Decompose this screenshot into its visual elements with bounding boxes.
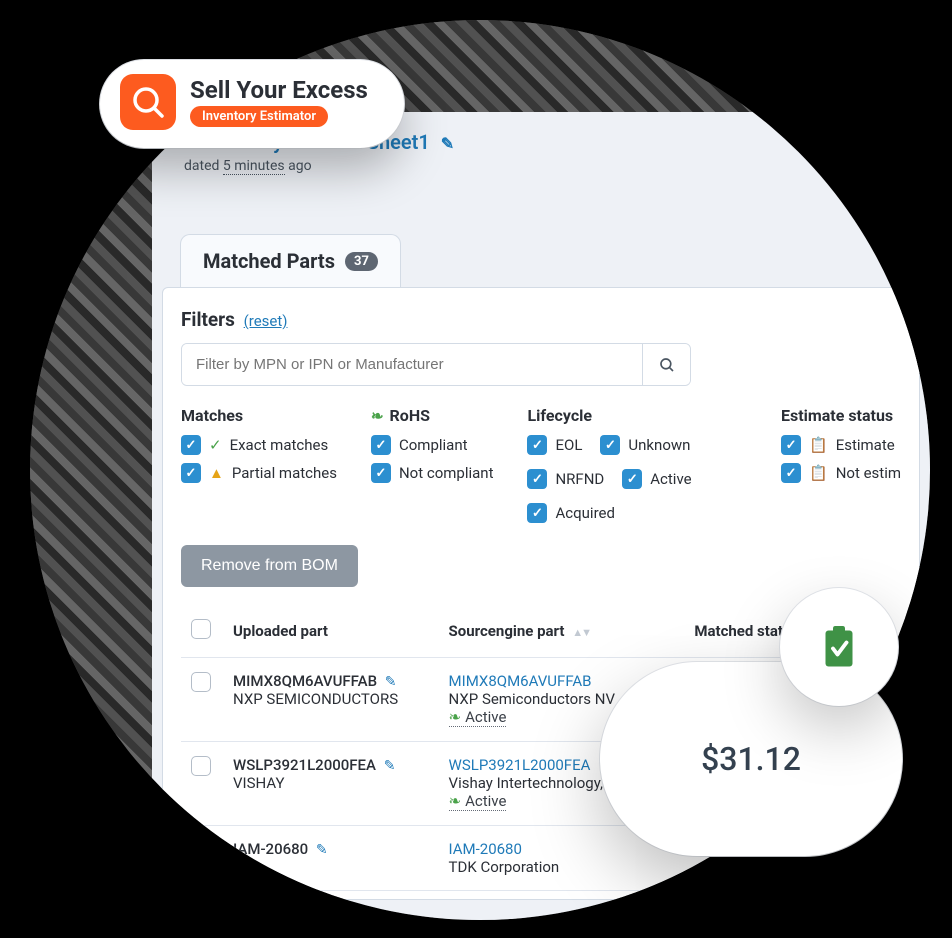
filter-opt-active[interactable]: ✓Active [622, 469, 691, 489]
row-checkbox[interactable] [191, 672, 211, 692]
magnifier-q-icon [130, 84, 166, 120]
checkbox-icon: ✓ [600, 435, 620, 455]
leaf-icon: ❧ [449, 708, 462, 726]
uploaded-manufacturer: VISHAY [233, 774, 429, 792]
checkbox-icon: ✓ [181, 435, 201, 455]
filter-opt-exact-matches[interactable]: ✓ ✓ Exact matches [181, 435, 337, 455]
uploaded-mpn: WSLP3921L2000FEA [233, 756, 376, 774]
filter-opt-compliant[interactable]: ✓ Compliant [371, 435, 494, 455]
source-mpn-link[interactable]: IAM-20680 [449, 840, 522, 858]
estimate-status-bubble [780, 588, 898, 706]
search-icon [658, 356, 676, 374]
source-mpn-link[interactable]: MIMX8QM6AVUFFAB [449, 672, 592, 690]
filter-group-lifecycle: Lifecycle ✓EOL ✓Unknown ✓NRFND ✓Active ✓… [527, 406, 747, 523]
app-logo [120, 74, 176, 130]
source-manufacturer: TDK Corporation [449, 858, 665, 876]
clipboard-icon: 📋 [809, 436, 828, 454]
filter-group-estimate-status: Estimate status ✓ 📋 Estimate ✓ 📋 Not est… [781, 406, 901, 523]
filter-group-rohs: ❧ RoHS ✓ Compliant ✓ Not compliant [371, 406, 494, 523]
checkbox-icon: ✓ [781, 435, 801, 455]
lifecycle-badge: ❧ Active [449, 708, 507, 727]
brand-subtitle: Inventory Estimator [190, 106, 328, 127]
last-updated: dated 5 minutes ago [184, 158, 898, 174]
leaf-icon: ❧ [449, 792, 462, 810]
tab-label: Matched Parts [203, 249, 335, 273]
brand-title: Sell Your Excess [190, 77, 368, 103]
filters-reset-link[interactable]: (reset) [244, 312, 288, 330]
filter-search-button[interactable] [642, 344, 690, 385]
brand-pill: Sell Your Excess Inventory Estimator [100, 60, 404, 148]
filter-search [181, 343, 691, 386]
pencil-icon[interactable]: ✎ [441, 134, 454, 153]
check-icon: ✓ [209, 436, 222, 454]
checkbox-icon: ✓ [181, 463, 201, 483]
filter-opt-unknown[interactable]: ✓Unknown [600, 435, 690, 455]
checkbox-icon: ✓ [371, 435, 391, 455]
filter-opt-nrfnd[interactable]: ✓NRFND [527, 469, 604, 489]
source-mpn-link[interactable]: WSLP3921L2000FEA [449, 756, 591, 774]
filter-opt-eol[interactable]: ✓EOL [527, 435, 582, 455]
sort-icon: ▲▼ [572, 626, 590, 639]
filter-opt-acquired[interactable]: ✓Acquired [527, 503, 614, 523]
filter-group-title: Matches [181, 406, 337, 425]
col-sourcengine-part[interactable]: Sourcengine part ▲▼ [439, 605, 675, 658]
filter-search-input[interactable] [182, 344, 642, 385]
checkbox-icon: ✓ [527, 435, 547, 455]
clipboard-check-icon [821, 626, 857, 668]
remove-from-bom-button[interactable]: Remove from BOM [181, 545, 358, 587]
filter-groups: Matches ✓ ✓ Exact matches ✓ ▲ Partial ma… [181, 406, 901, 523]
row-checkbox[interactable] [191, 756, 211, 776]
uploaded-mpn: IAM-20680 [233, 840, 308, 858]
filters-heading: Filters (reset) [181, 308, 901, 331]
clipboard-icon: 📋 [809, 464, 828, 482]
price-value: $31.12 [701, 740, 801, 778]
filter-opt-not-compliant[interactable]: ✓ Not compliant [371, 463, 494, 483]
tab-matched-parts[interactable]: Matched Parts 37 [180, 234, 401, 287]
tab-count-badge: 37 [345, 252, 378, 271]
checkbox-icon: ✓ [527, 469, 547, 489]
checkbox-icon: ✓ [622, 469, 642, 489]
filter-group-title: ❧ RoHS [371, 406, 494, 425]
uploaded-manufacturer: NXP SEMICONDUCTORS [233, 690, 429, 708]
pencil-icon[interactable]: ✎ [316, 842, 328, 858]
leaf-icon: ❧ [371, 407, 384, 425]
checkbox-icon: ✓ [527, 503, 547, 523]
pencil-icon[interactable]: ✎ [385, 674, 397, 690]
filter-group-matches: Matches ✓ ✓ Exact matches ✓ ▲ Partial ma… [181, 406, 337, 523]
uploaded-mpn: MIMX8QM6AVUFFAB [233, 672, 377, 690]
filter-group-title: Lifecycle [527, 406, 747, 425]
filter-group-title: Estimate status [781, 406, 901, 425]
col-uploaded-part[interactable]: Uploaded part [223, 605, 439, 658]
checkbox-icon: ✓ [371, 463, 391, 483]
pencil-icon[interactable]: ✎ [384, 758, 396, 774]
warning-icon: ▲ [209, 464, 224, 482]
select-all-checkbox[interactable] [191, 619, 211, 639]
filter-opt-partial-matches[interactable]: ✓ ▲ Partial matches [181, 463, 337, 483]
tab-bar: Matched Parts 37 [152, 234, 930, 287]
checkbox-icon: ✓ [781, 463, 801, 483]
filter-opt-estimated[interactable]: ✓ 📋 Estimate [781, 435, 901, 455]
filter-opt-not-estimated[interactable]: ✓ 📋 Not estim [781, 463, 901, 483]
lifecycle-badge: ❧ Active [449, 792, 507, 811]
